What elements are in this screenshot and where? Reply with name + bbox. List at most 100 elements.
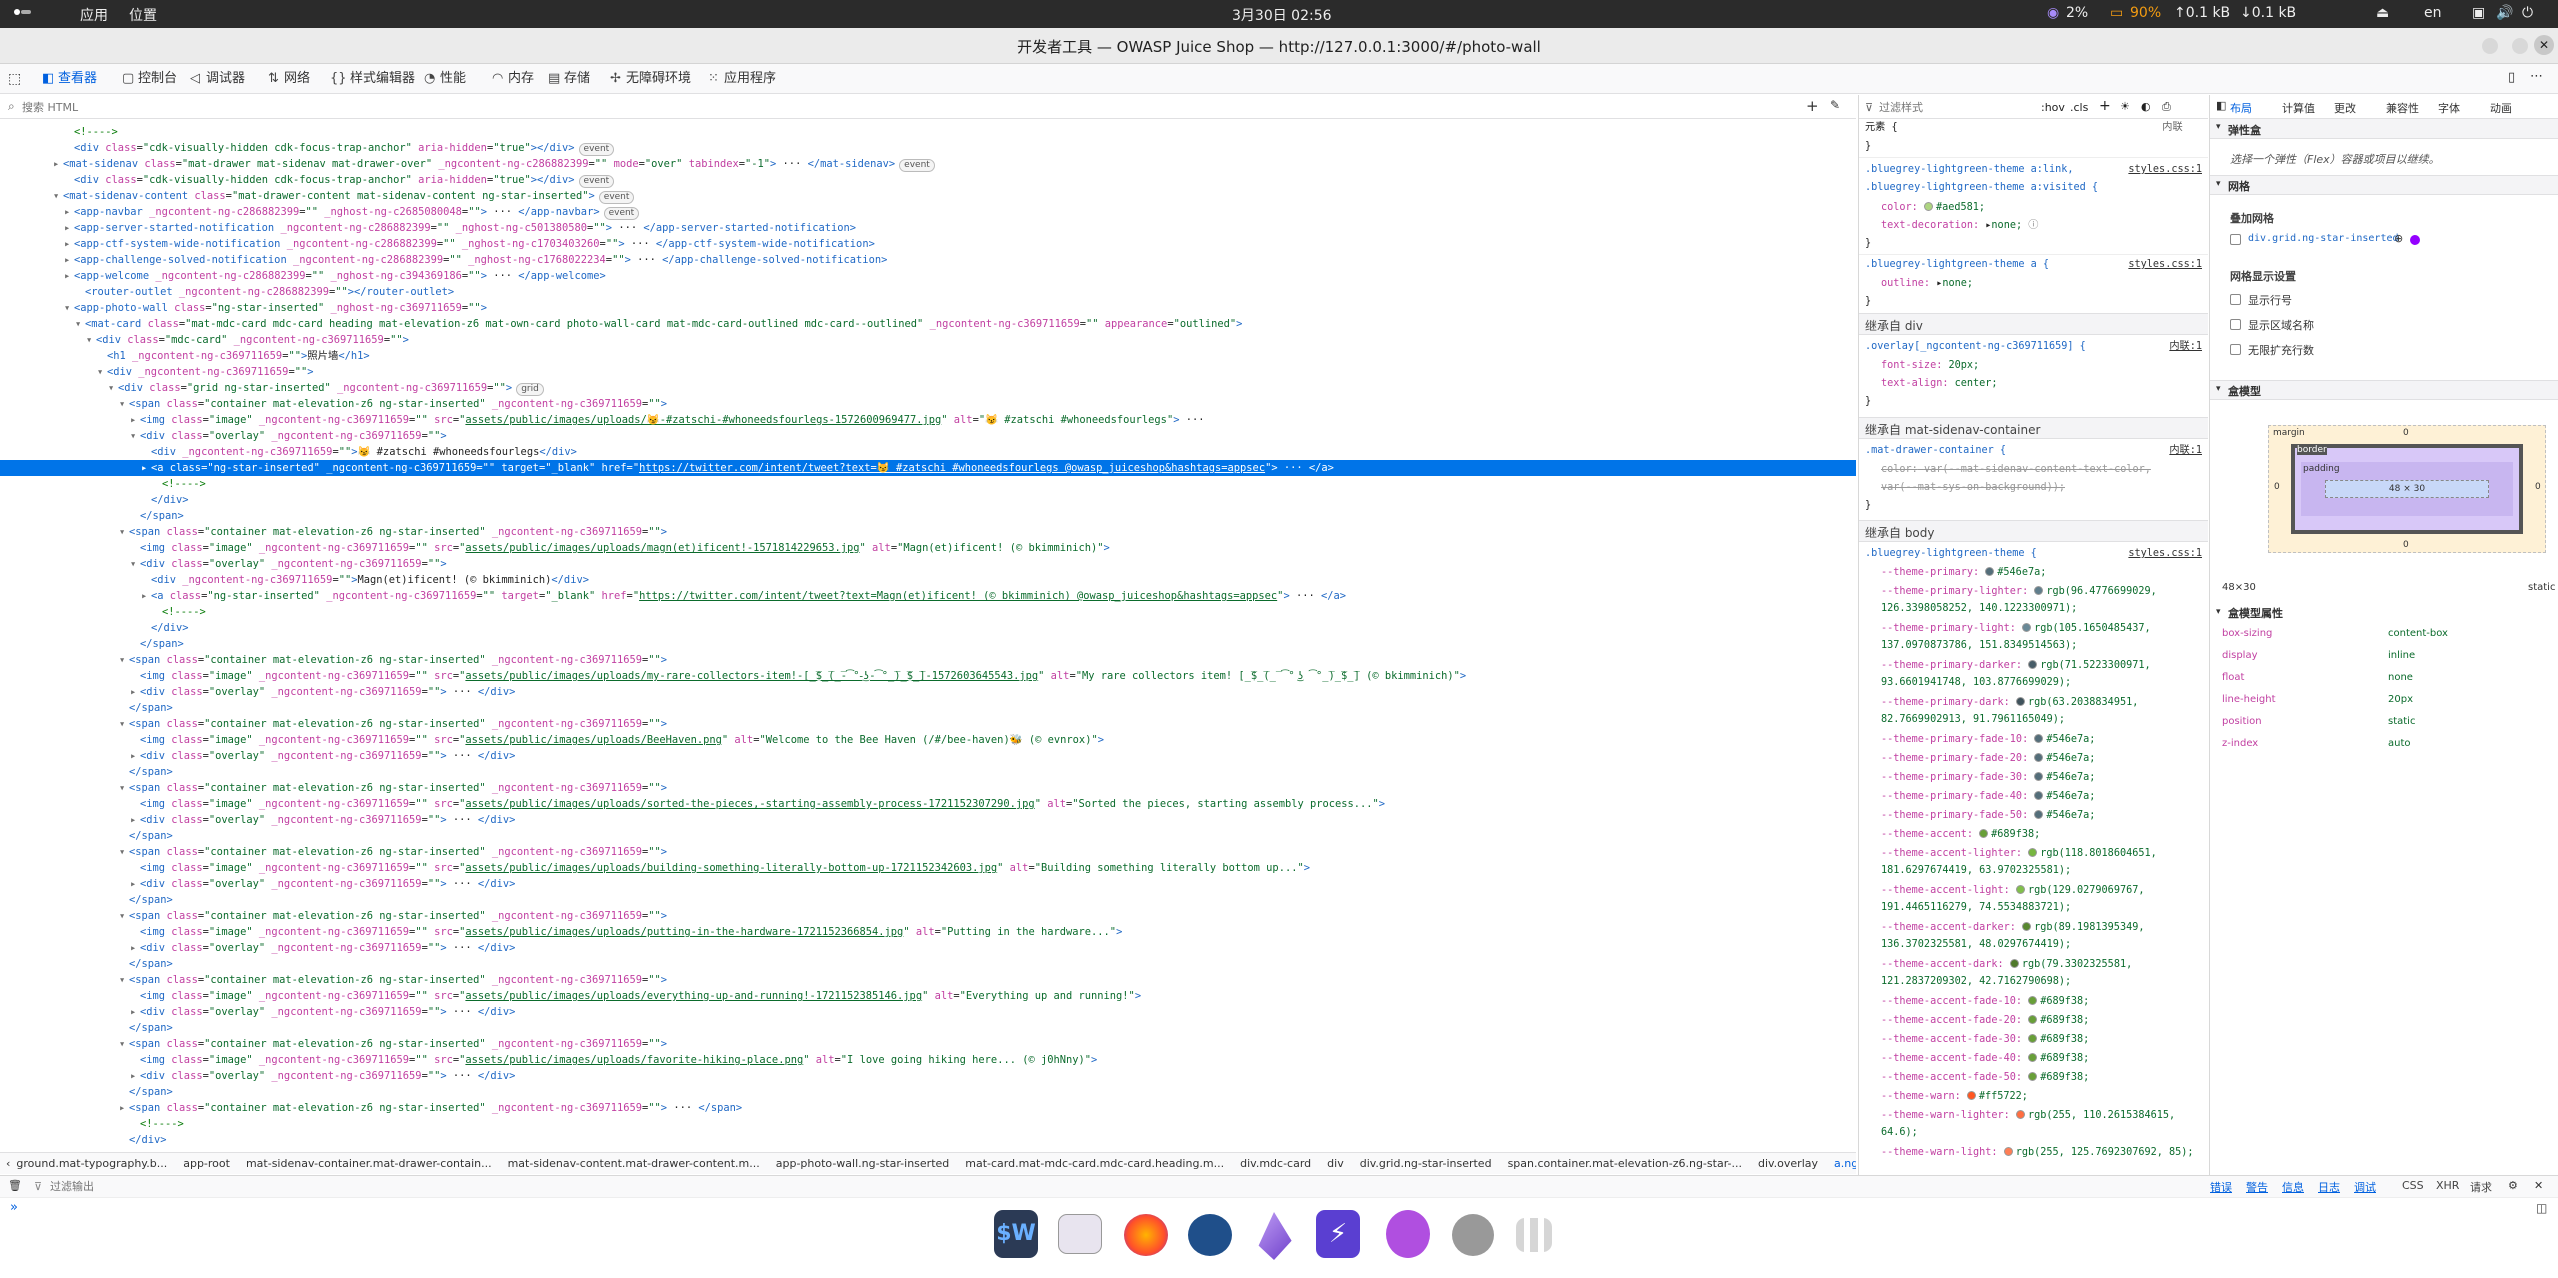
padding-box[interactable]: padding 48 × 30 (2301, 462, 2513, 516)
tree-node[interactable]: <div _ngcontent-ng-c369711659="">Magn(et… (0, 572, 1856, 588)
content-box[interactable]: 48 × 30 (2325, 480, 2489, 498)
light-scheme-icon[interactable]: ☀ (2120, 98, 2130, 117)
terminal-app[interactable]: $W (994, 1210, 1038, 1258)
box-prop-value[interactable]: none (2388, 672, 2413, 683)
show-line-numbers-checkbox[interactable] (2230, 294, 2241, 305)
add-rule-icon[interactable]: + (2099, 97, 2111, 116)
rule4-selector[interactable]: .mat-drawer-container { (1865, 442, 2006, 461)
tree-node[interactable]: ▾ <app-photo-wall class="ng-star-inserted… (0, 300, 1856, 316)
box-props-title[interactable]: 盒模型属性 (2228, 605, 2283, 621)
extend-lines-checkbox[interactable] (2230, 344, 2241, 355)
cat-app[interactable] (1386, 1210, 1430, 1258)
flexbox-section-title[interactable]: 弹性盒 (2228, 122, 2261, 138)
show-area-names-checkbox[interactable] (2230, 319, 2241, 330)
rule2-source[interactable]: styles.css:1 (2128, 256, 2202, 275)
split-console-icon[interactable]: ◫ (2536, 1201, 2547, 1215)
tree-node[interactable]: ▾ <span class="container mat-elevation-z6… (0, 844, 1856, 860)
class-toggle[interactable]: .cls (2070, 99, 2088, 118)
css-variable[interactable]: --theme-warn-lighter: rgb(255, 110.26153… (1881, 1107, 2201, 1141)
settings-icon[interactable]: ⚙ (2508, 1179, 2518, 1192)
tree-node[interactable]: ▸ <div class="overlay" _ngcontent-ng-c369… (0, 876, 1856, 892)
tree-node[interactable]: ▾ <div _ngcontent-ng-c369711659=""> (0, 364, 1856, 380)
box-prop-value[interactable]: inline (2388, 650, 2415, 661)
power-icon[interactable]: ⏻ (2522, 5, 2533, 21)
hover-toggle[interactable]: :hov (2041, 99, 2065, 118)
tree-node[interactable]: <!----> (0, 604, 1856, 620)
tree-node[interactable]: <img class="image" _ngcontent-ng-c369711… (0, 796, 1856, 812)
console-filter-button[interactable]: 警告 (2246, 1179, 2268, 1195)
tree-node[interactable]: <!----> (0, 124, 1856, 140)
tree-node[interactable]: ▸ <span class="container mat-elevation-z6… (0, 1100, 1856, 1116)
grid-section-title[interactable]: 网格 (2228, 178, 2250, 194)
dark-scheme-icon[interactable]: ◐ (2141, 98, 2151, 117)
css-variable[interactable]: --theme-warn-light: rgb(255, 125.7692307… (1881, 1144, 2201, 1161)
css-variable[interactable]: --theme-accent-fade-50: #689f38; (1881, 1069, 2201, 1086)
filter-styles-input[interactable] (1879, 98, 2029, 116)
box-prop-value[interactable]: 20px (2388, 694, 2413, 705)
tree-node[interactable]: ▾ <span class="container mat-elevation-z6… (0, 780, 1856, 796)
tree-node[interactable]: ▸ <div class="overlay" _ngcontent-ng-c369… (0, 812, 1856, 828)
border-box[interactable]: border padding 48 × 30 (2291, 444, 2523, 534)
console-filter-button[interactable]: 日志 (2318, 1179, 2340, 1195)
breadcrumb-item[interactable]: span.container.mat-elevation-z6.ng-star-… (1508, 1157, 1742, 1170)
tab-performance[interactable]: ◔ 性能 (424, 68, 466, 90)
breadcrumb-item[interactable]: app-photo-wall.ng-star-inserted (776, 1157, 950, 1170)
tree-node[interactable]: ▸ <img class="image" _ngcontent-ng-c36971… (0, 412, 1856, 428)
breadcrumb-item[interactable]: div.grid.ng-star-inserted (1360, 1157, 1492, 1170)
html-tree[interactable]: <!----> <div class="cdk-visually-hidden c… (0, 120, 1856, 1150)
monitor-app[interactable] (1188, 1214, 1232, 1256)
tree-node[interactable]: </span> (0, 1084, 1856, 1100)
console-input-row[interactable]: » ◫ (0, 1197, 2558, 1219)
tree-node[interactable]: ▾ <span class="container mat-elevation-z6… (0, 524, 1856, 540)
tab-application[interactable]: ⁙ 应用程序 (708, 68, 776, 90)
layout-tab[interactable]: 字体 (2438, 100, 2460, 116)
tree-node[interactable]: ▾ <div class="overlay" _ngcontent-ng-c369… (0, 428, 1856, 444)
overlay-grid-checkbox[interactable] (2230, 234, 2241, 245)
rule3-source[interactable]: 内联:1 (2169, 338, 2202, 357)
print-media-icon[interactable]: ⎙ (2162, 98, 2171, 117)
css-variable[interactable]: --theme-accent: #689f38; (1881, 826, 2201, 843)
apps-grid[interactable] (1516, 1218, 1552, 1252)
grid-color-swatch[interactable] (2410, 235, 2420, 245)
tree-node[interactable]: </span> (0, 700, 1856, 716)
css-variable[interactable]: --theme-accent-light: rgb(129.0279069767… (1881, 882, 2201, 916)
css-variable[interactable]: --theme-accent-dark: rgb(79.3302325581, … (1881, 956, 2201, 990)
tree-node[interactable]: ▾ <span class="container mat-elevation-z6… (0, 652, 1856, 668)
activities-indicator[interactable] (12, 3, 32, 25)
close-icon[interactable]: ✕ (2534, 1179, 2543, 1192)
tree-node[interactable]: <!----> (0, 476, 1856, 492)
firefox-app[interactable] (1124, 1214, 1168, 1256)
tree-node[interactable]: ▸ <app-ctf-system-wide-notification _ngco… (0, 236, 1856, 252)
tab-storage[interactable]: ▤ 存储 (548, 68, 590, 90)
breadcrumb-item[interactable]: mat-sidenav-container.mat-drawer-contain… (246, 1157, 492, 1170)
tree-node[interactable]: ▾ <span class="container mat-elevation-z6… (0, 1036, 1856, 1052)
css-variable[interactable]: --theme-primary-light: rgb(105.165048543… (1881, 620, 2201, 654)
rule5-selector[interactable]: .bluegrey-lightgreen-theme { (1865, 545, 2037, 564)
console-filter-button[interactable]: 错误 (2210, 1179, 2232, 1195)
breadcrumb-item[interactable]: mat-card.mat-mdc-card.mdc-card.heading.m… (965, 1157, 1224, 1170)
layout-tab[interactable]: 动画 (2490, 100, 2512, 116)
minimize-button[interactable] (2482, 38, 2498, 54)
chevron-down-icon[interactable]: ▾ (2216, 179, 2221, 189)
chevron-down-icon[interactable]: ▾ (2216, 607, 2221, 617)
burp-app[interactable]: ⚡ (1316, 1210, 1360, 1258)
tree-node[interactable]: </span> (0, 828, 1856, 844)
tree-node[interactable]: <!----> (0, 1116, 1856, 1132)
tree-node[interactable]: <div class="cdk-visually-hidden cdk-focu… (0, 140, 1856, 156)
tree-node[interactable]: ▸ <div class="overlay" _ngcontent-ng-c369… (0, 748, 1856, 764)
maximize-button[interactable] (2512, 38, 2528, 54)
tree-node[interactable]: </span> (0, 508, 1856, 524)
breadcrumb-item[interactable]: div (1327, 1157, 1344, 1170)
clock[interactable]: 3月30日 02:56 (1232, 5, 1332, 25)
tree-node[interactable]: ▸ <div class="overlay" _ngcontent-ng-c369… (0, 684, 1856, 700)
tree-node[interactable]: ▾ <mat-sidenav-content class="mat-drawer-… (0, 188, 1856, 204)
rule4-source[interactable]: 内联:1 (2169, 442, 2202, 461)
css-variable[interactable]: --theme-accent-fade-10: #689f38; (1881, 993, 2201, 1010)
chevron-down-icon[interactable]: ▾ (2216, 384, 2221, 394)
css-variable[interactable]: --theme-warn: #ff5722; (1881, 1088, 2201, 1105)
css-variable[interactable]: --theme-accent-fade-40: #689f38; (1881, 1050, 2201, 1067)
tree-node[interactable]: ▸ <app-challenge-solved-notification _ngc… (0, 252, 1856, 268)
breadcrumb-item[interactable]: app-root (183, 1157, 230, 1170)
css-variable[interactable]: --theme-primary-dark: rgb(63.2038834951,… (1881, 694, 2201, 728)
filter-output-input[interactable] (50, 1178, 450, 1195)
